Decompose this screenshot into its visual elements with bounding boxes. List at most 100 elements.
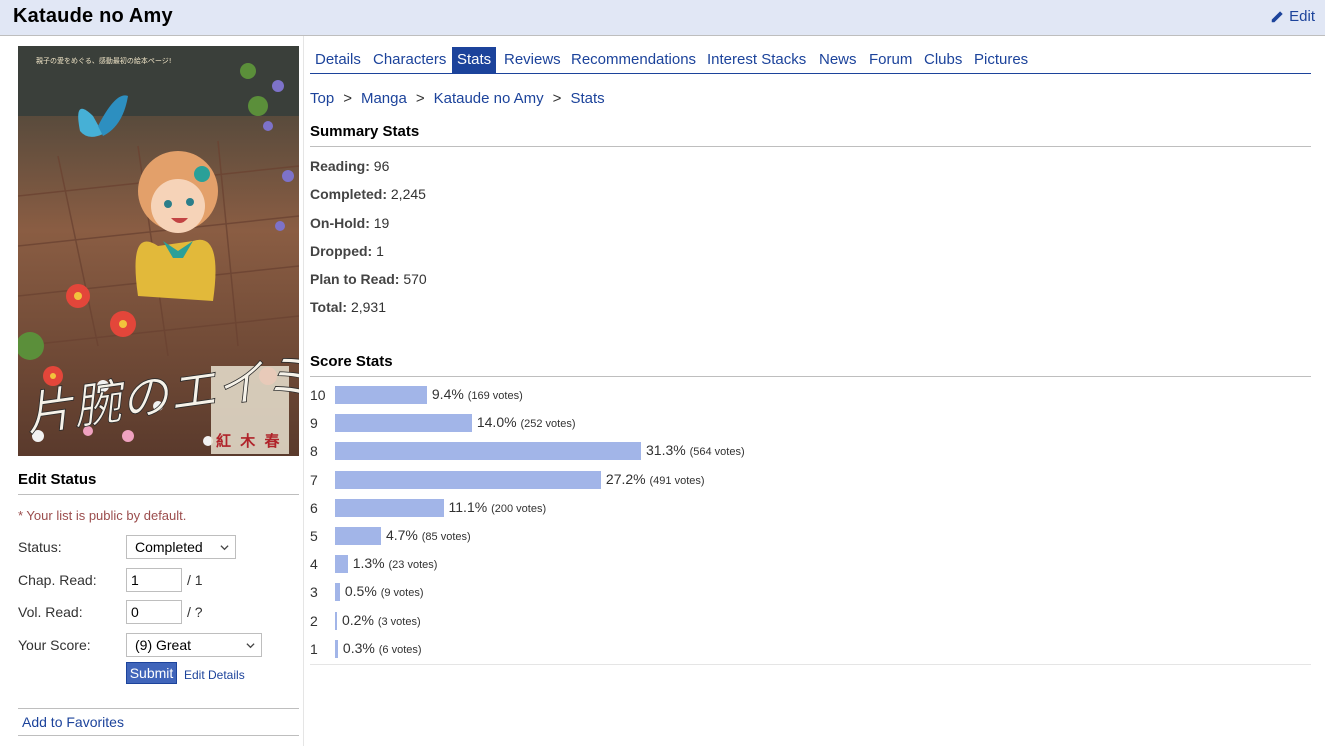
- edit-status-heading: Edit Status: [18, 471, 299, 495]
- vol-total: / ?: [187, 604, 203, 620]
- score-votes: (169 votes): [467, 390, 523, 402]
- stat-reading: Reading: 96: [310, 158, 389, 174]
- score-value: 1: [310, 640, 318, 657]
- tab-characters[interactable]: Characters: [373, 47, 446, 73]
- score-percentage: 0.2% (3 votes): [342, 612, 421, 628]
- score-value: 4: [310, 556, 318, 573]
- stat-value: 19: [373, 215, 390, 231]
- tab-interest-stacks[interactable]: Interest Stacks: [707, 47, 806, 73]
- score-pct-text: 1.3%: [352, 555, 385, 572]
- breadcrumb-separator: >: [415, 90, 425, 107]
- chap-read-input[interactable]: 1: [126, 568, 182, 592]
- edit-label: Edit: [1289, 8, 1315, 25]
- stat-total: Total: 2,931: [310, 299, 386, 315]
- stat-label: Total:: [310, 299, 348, 315]
- stat-completed: Completed: 2,245: [310, 186, 426, 202]
- score-value: 5: [310, 528, 318, 544]
- score-value: 7: [310, 471, 318, 488]
- score-value: 9: [310, 415, 318, 432]
- tab-reviews[interactable]: Reviews: [504, 47, 561, 73]
- score-bar: [335, 639, 338, 658]
- add-to-favorites-link[interactable]: Add to Favorites: [18, 708, 299, 736]
- score-pct-text: 0.3%: [342, 639, 375, 656]
- tab-stats[interactable]: Stats: [452, 47, 497, 73]
- score-row: 2 0.2% (3 votes): [310, 607, 1311, 635]
- score-value: 3: [310, 584, 318, 601]
- score-percentage: 11.1% (200 votes): [449, 499, 547, 515]
- score-row: 4 1.3% (23 votes): [310, 550, 1311, 578]
- breadcrumb-separator: >: [552, 90, 562, 107]
- score-bar: [335, 442, 641, 461]
- tab-clubs[interactable]: Clubs: [924, 47, 962, 73]
- score-votes: (3 votes): [377, 615, 421, 628]
- chevron-down-icon: [246, 643, 255, 649]
- score-percentage: 9.4% (169 votes): [432, 386, 523, 402]
- status-select[interactable]: Completed: [126, 535, 236, 559]
- stat-value: 96: [373, 158, 390, 174]
- score-votes: (6 votes): [378, 643, 422, 656]
- breadcrumb-title[interactable]: Kataude no Amy: [434, 90, 544, 107]
- tab-recommendations[interactable]: Recommendations: [571, 47, 696, 73]
- score-bar: [335, 555, 348, 574]
- score-value: 2: [310, 612, 318, 629]
- score-pct-text: 27.2%: [605, 470, 646, 487]
- edit-details-link[interactable]: Edit Details: [184, 668, 245, 682]
- score-votes: (9 votes): [380, 587, 424, 600]
- tab-forum[interactable]: Forum: [869, 47, 912, 73]
- score-pct-text: 11.1%: [448, 498, 488, 515]
- score-value: 10: [310, 387, 326, 403]
- pencil-icon: [1271, 10, 1283, 22]
- score-percentage: 14.0% (252 votes): [477, 414, 576, 430]
- stat-plan-to-read: Plan to Read: 570: [310, 271, 427, 287]
- stat-label: Completed:: [310, 186, 387, 202]
- score-votes: (200 votes): [491, 502, 547, 515]
- score-percentage: 1.3% (23 votes): [353, 555, 438, 571]
- score-row: 3 0.5% (9 votes): [310, 578, 1311, 606]
- score-bar: [335, 583, 340, 602]
- score-bar: [335, 498, 444, 517]
- score-votes: (252 votes): [520, 418, 576, 431]
- score-row: 7 27.2% (491 votes): [310, 466, 1311, 494]
- stat-label: Plan to Read:: [310, 271, 400, 287]
- public-note: * Your list is public by default.: [18, 508, 187, 523]
- vol-read-input[interactable]: 0: [126, 600, 182, 624]
- score-votes: (85 votes): [421, 531, 471, 543]
- tab-pictures[interactable]: Pictures: [974, 47, 1028, 73]
- tab-news[interactable]: News: [819, 47, 857, 73]
- score-select[interactable]: (9) Great: [126, 633, 262, 657]
- score-percentage: 31.3% (564 votes): [646, 442, 745, 458]
- stat-value: 1: [376, 243, 384, 259]
- score-pct-text: 14.0%: [476, 414, 517, 431]
- chap-read-label: Chap. Read:: [18, 572, 97, 588]
- chap-total: / 1: [187, 572, 203, 588]
- score-stats-heading: Score Stats: [310, 353, 1311, 377]
- edit-link[interactable]: Edit: [1270, 8, 1315, 25]
- score-votes: (23 votes): [388, 559, 438, 572]
- score-pct-text: 4.7%: [385, 527, 418, 543]
- breadcrumb-top[interactable]: Top: [310, 90, 334, 107]
- left-sidebar: 親子の愛をめぐる、感動最初の絵本ページ! 片腕のエイミー 紅 木 春 Edit …: [0, 36, 304, 746]
- score-bar: [335, 611, 337, 630]
- score-percentage: 27.2% (491 votes): [606, 471, 705, 487]
- submit-button[interactable]: Submit: [126, 662, 177, 684]
- score-bar: [335, 414, 472, 433]
- score-row: 8 31.3% (564 votes): [310, 437, 1311, 465]
- score-pct-text: 0.2%: [342, 611, 374, 628]
- score-percentage: 0.3% (6 votes): [343, 640, 422, 656]
- cover-image[interactable]: 親子の愛をめぐる、感動最初の絵本ページ! 片腕のエイミー 紅 木 春: [18, 46, 299, 456]
- breadcrumb: Top > Manga > Kataude no Amy > Stats: [310, 90, 605, 107]
- page-header: Kataude no Amy Edit: [0, 0, 1325, 36]
- score-pct-text: 9.4%: [431, 386, 464, 402]
- score-value: 6: [310, 499, 318, 516]
- stat-label: Reading:: [310, 158, 370, 174]
- score-select-value: (9) Great: [135, 637, 192, 653]
- score-row: 9 14.0% (252 votes): [310, 409, 1311, 437]
- tab-details[interactable]: Details: [315, 47, 361, 73]
- score-row: 10 9.4% (169 votes): [310, 381, 1311, 409]
- score-value: 8: [310, 443, 318, 460]
- stat-dropped: Dropped: 1: [310, 243, 384, 259]
- score-votes: (491 votes): [649, 474, 705, 487]
- breadcrumb-stats[interactable]: Stats: [570, 90, 604, 107]
- stat-on-hold: On-Hold: 19: [310, 215, 389, 231]
- breadcrumb-manga[interactable]: Manga: [361, 90, 407, 107]
